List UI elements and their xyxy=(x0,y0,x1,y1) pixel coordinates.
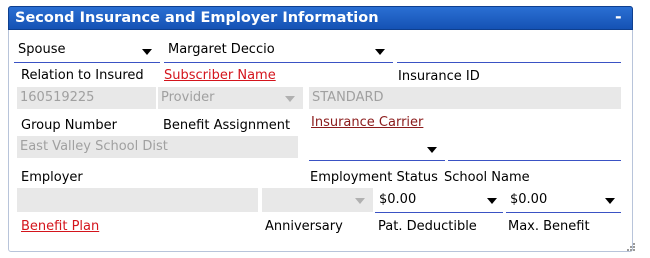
group-number-label: Group Number xyxy=(21,118,117,133)
anniversary-select xyxy=(262,188,373,212)
group-number-value: 160519225 xyxy=(20,90,95,105)
relation-select-value: Spouse xyxy=(18,42,66,57)
chevron-down-icon[interactable] xyxy=(605,198,615,204)
benefit-plan-field xyxy=(17,188,258,212)
anniversary-label: Anniversary xyxy=(265,219,343,234)
group-number-field: 160519225 xyxy=(17,87,156,109)
pat-deductible-value: $0.00 xyxy=(379,192,417,207)
employer-label: Employer xyxy=(21,170,83,185)
chevron-down-icon xyxy=(355,198,365,204)
pat-deductible-select[interactable]: $0.00 xyxy=(375,188,503,213)
benefit-plan-link[interactable]: Benefit Plan xyxy=(21,219,99,234)
carrier-standard-field: STANDARD xyxy=(309,87,621,109)
subscriber-select[interactable]: Margaret Deccio xyxy=(164,38,393,63)
panel-title-bar: Second Insurance and Employer Informatio… xyxy=(8,6,633,30)
insurance-carrier-link[interactable]: Insurance Carrier xyxy=(311,115,423,130)
benefit-assignment-value: Provider xyxy=(161,90,215,105)
chevron-down-icon[interactable] xyxy=(427,147,437,153)
employment-status-label: Employment Status xyxy=(310,170,438,185)
collapse-icon[interactable]: - xyxy=(615,9,624,25)
chevron-down-icon[interactable] xyxy=(487,198,497,204)
max-benefit-label: Max. Benefit xyxy=(508,219,590,234)
carrier-select[interactable] xyxy=(309,136,445,161)
relation-select[interactable]: Spouse xyxy=(14,38,160,63)
max-benefit-select[interactable]: $0.00 xyxy=(506,188,621,213)
subscriber-name-link[interactable]: Subscriber Name xyxy=(164,68,276,83)
school-name-label: School Name xyxy=(444,170,530,185)
subscriber-select-value: Margaret Deccio xyxy=(168,42,275,57)
employer-name-field: East Valley School Dist xyxy=(17,136,298,158)
chevron-down-icon[interactable] xyxy=(142,49,152,55)
carrier-extra-input[interactable] xyxy=(448,136,621,161)
resize-grip-icon[interactable] xyxy=(626,242,636,252)
insurance-id-input[interactable] xyxy=(397,38,621,63)
insurance-id-label: Insurance ID xyxy=(398,69,480,84)
chevron-down-icon[interactable] xyxy=(375,49,385,55)
max-benefit-value: $0.00 xyxy=(510,192,548,207)
benefit-assignment-label: Benefit Assignment xyxy=(163,118,291,133)
relation-label: Relation to Insured xyxy=(21,68,144,83)
carrier-standard-value: STANDARD xyxy=(312,90,384,105)
benefit-assignment-select: Provider xyxy=(158,87,303,109)
employer-name-value: East Valley School Dist xyxy=(20,139,168,154)
panel-title: Second Insurance and Employer Informatio… xyxy=(15,10,379,26)
pat-deductible-label: Pat. Deductible xyxy=(378,219,477,234)
chevron-down-icon xyxy=(285,96,295,102)
